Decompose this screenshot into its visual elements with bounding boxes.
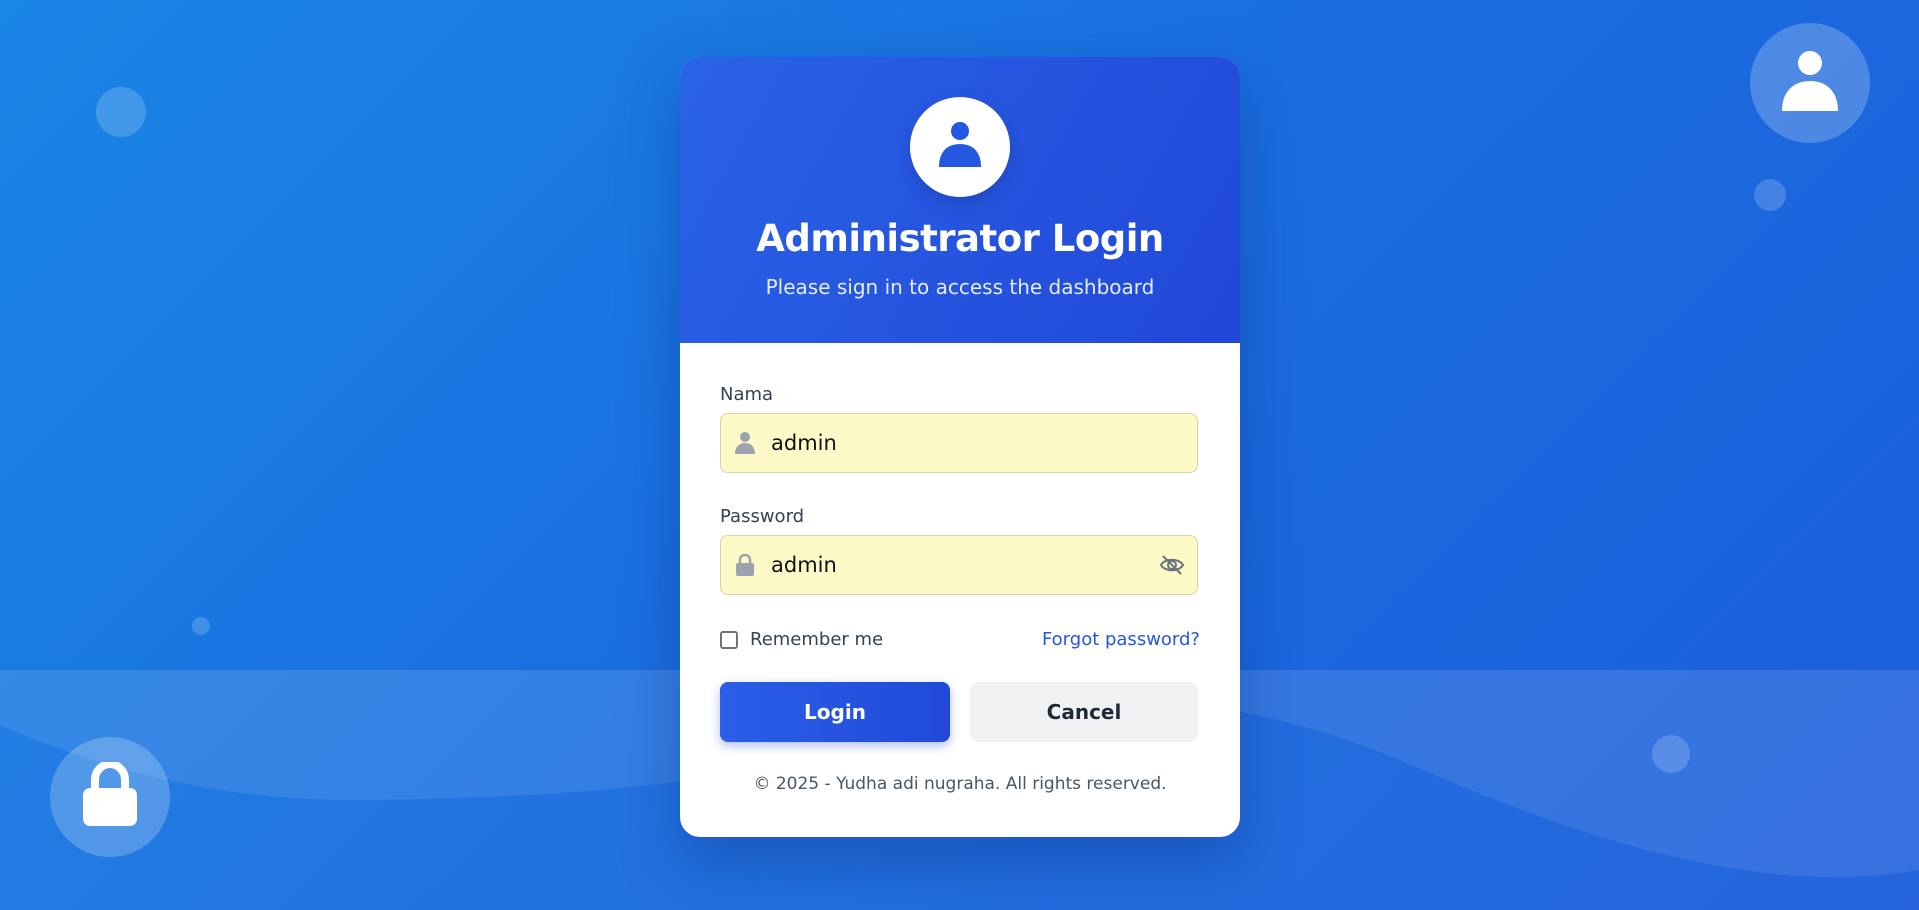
- decor-bubble: [1652, 735, 1690, 773]
- page-subtitle: Please sign in to access the dashboard: [765, 275, 1155, 299]
- remember-checkbox[interactable]: [720, 630, 738, 649]
- password-input[interactable]: [771, 553, 1131, 577]
- lock-icon: [81, 759, 139, 832]
- name-label-text: Nama: [720, 384, 774, 405]
- decor-user-circle: [1750, 23, 1870, 143]
- decor-bubble: [96, 87, 146, 137]
- card-header: Administrator Login Please sign in to ac…: [680, 57, 1240, 343]
- avatar: [910, 97, 1010, 197]
- login-card: Administrator Login Please sign in to ac…: [680, 57, 1240, 837]
- eye-slash-icon[interactable]: [1159, 554, 1185, 580]
- forgot-password-link[interactable]: Forgot password?: [1042, 629, 1200, 650]
- remember-label: Remember me: [750, 629, 884, 650]
- name-field-wrapper[interactable]: [720, 413, 1198, 473]
- page-title: Administrator Login: [756, 217, 1164, 260]
- lock-icon: [733, 554, 757, 576]
- user-icon: [733, 432, 757, 454]
- password-label: Password: [720, 506, 805, 527]
- user-icon: [1780, 49, 1840, 117]
- cancel-button[interactable]: Cancel: [970, 682, 1198, 742]
- user-icon: [938, 121, 982, 173]
- decor-bubble: [192, 617, 210, 635]
- password-field-wrapper[interactable]: [720, 535, 1198, 595]
- decor-bubble: [1754, 179, 1786, 211]
- remember-me[interactable]: Remember me: [720, 629, 883, 650]
- login-button[interactable]: Login: [720, 682, 950, 742]
- decor-lock-circle: [50, 737, 170, 857]
- footer-copyright: © 2025 - Yudha adi nugraha. All rights r…: [753, 774, 1167, 794]
- name-input[interactable]: [771, 431, 1131, 455]
